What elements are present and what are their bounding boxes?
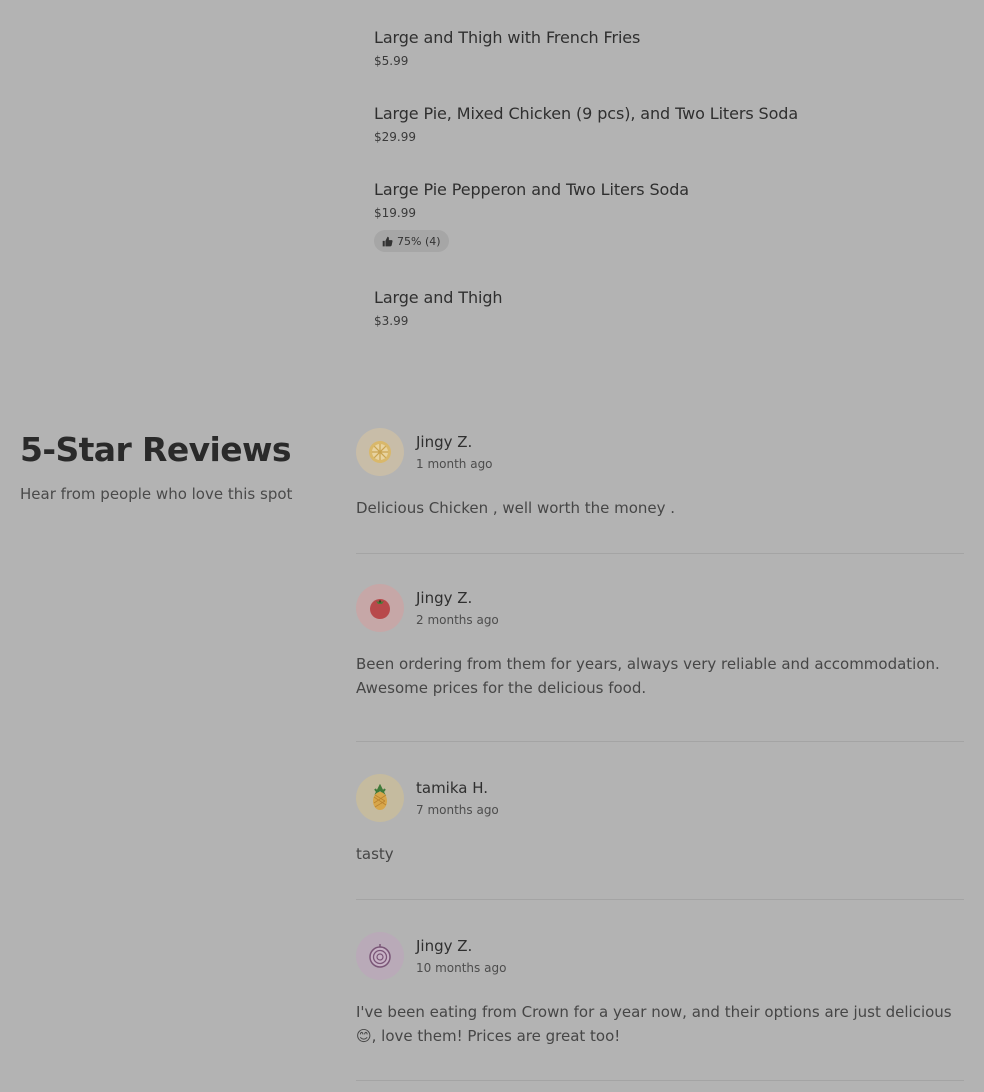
avatar[interactable]: [356, 428, 404, 476]
reviewer-name[interactable]: Jingy Z.: [416, 936, 506, 956]
review-text: tasty: [356, 845, 394, 863]
rating-value: 75% (4): [397, 234, 441, 248]
review-text: I've been eating from Crown for a year n…: [356, 1003, 952, 1045]
menu-item-price: $3.99: [374, 314, 409, 328]
reviews-subtitle: Hear from people who love this spot: [20, 485, 293, 503]
menu-item-price: $29.99: [374, 130, 416, 144]
menu-item[interactable]: Large and Thigh with French Fries $5.99: [374, 28, 640, 69]
tomato-icon: [370, 599, 390, 619]
reviews-title: 5-Star Reviews: [20, 430, 292, 469]
review-date: 10 months ago: [416, 961, 507, 975]
menu-item-name: Large Pie, Mixed Chicken (9 pcs), and Tw…: [374, 104, 799, 123]
menu-item[interactable]: Large Pie Pepperon and Two Liters Soda $…: [374, 180, 689, 252]
menu-item[interactable]: Large Pie, Mixed Chicken (9 pcs), and Tw…: [374, 104, 798, 145]
avatar[interactable]: [356, 774, 404, 822]
rating-badge: 75% (4): [374, 230, 449, 252]
review-date: 7 months ago: [416, 803, 499, 817]
review-card: Jingy Z. 1 month ago Delicious Chicken ,…: [356, 428, 964, 554]
menu-item-name: Large and Thigh with French Fries: [374, 28, 641, 47]
reviews-header: 5-Star Reviews Hear from people who love…: [20, 428, 320, 504]
reviewer-name[interactable]: Jingy Z.: [416, 588, 499, 608]
lemon-icon: [369, 441, 391, 463]
avatar[interactable]: [356, 932, 404, 980]
menu-item-price: $19.99: [374, 206, 416, 220]
pineapple-icon: [373, 784, 387, 810]
review-date: 1 month ago: [416, 457, 493, 471]
thumbs-up-icon: [382, 236, 393, 246]
review-list: Jingy Z. 1 month ago Delicious Chicken ,…: [356, 428, 964, 1081]
avatar[interactable]: [356, 584, 404, 632]
review-date: 2 months ago: [416, 613, 499, 627]
review-card: Jingy Z. 2 months ago Been ordering from…: [356, 584, 964, 742]
review-text: Delicious Chicken , well worth the money…: [356, 499, 676, 517]
reviewer-name[interactable]: tamika H.: [416, 778, 499, 798]
menu-item-name: Large and Thigh: [374, 288, 503, 307]
review-card: tamika H. 7 months ago tasty: [356, 774, 964, 900]
review-text: Been ordering from them for years, alway…: [356, 655, 940, 697]
onion-icon: [369, 944, 391, 968]
reviewer-name[interactable]: Jingy Z.: [416, 432, 493, 452]
menu-item-price: $5.99: [374, 54, 409, 68]
menu-item-name: Large Pie Pepperon and Two Liters Soda: [374, 180, 689, 199]
review-card: Jingy Z. 10 months ago I've been eating …: [356, 932, 964, 1081]
menu-item[interactable]: Large and Thigh $3.99: [374, 288, 503, 329]
